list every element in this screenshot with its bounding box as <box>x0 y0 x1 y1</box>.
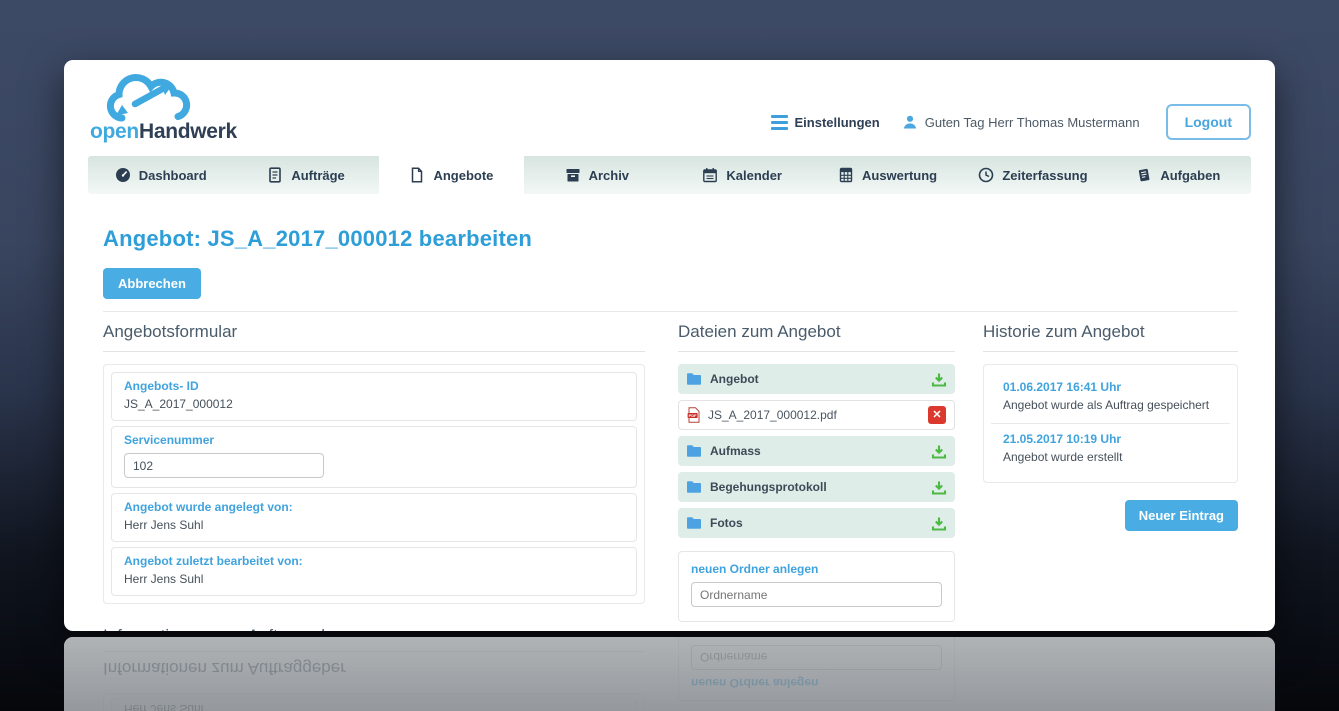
folder-icon <box>686 372 702 386</box>
tab-auftraege[interactable]: Aufträge <box>233 156 378 194</box>
file-row-pdf[interactable]: PDF JS_A_2017_000012.pdf ✕ <box>678 400 955 430</box>
settings-menu[interactable]: Einstellungen <box>770 114 880 130</box>
tab-auswertung[interactable]: Auswertung <box>815 156 960 194</box>
page-content: Angebot: JS_A_2017_000012 bearbeiten Abb… <box>64 226 1275 631</box>
folder-row-aufmass[interactable]: Aufmass <box>678 436 955 466</box>
tab-angebote[interactable]: Angebote <box>378 156 525 194</box>
history-entry: 21.05.2017 10:19 Uhr Angebot wurde erste… <box>991 423 1230 475</box>
new-folder-label: neuen Ordner anlegen <box>691 562 819 576</box>
servicenummer-input[interactable] <box>124 453 324 478</box>
download-icon[interactable] <box>931 372 947 387</box>
calculator-icon <box>838 167 854 183</box>
user-greeting[interactable]: Guten Tag Herr Thomas Mustermann <box>902 114 1140 130</box>
delete-icon[interactable]: ✕ <box>928 406 946 424</box>
book-icon <box>1136 167 1152 183</box>
section-title-files: Dateien zum Angebot <box>678 322 955 352</box>
offer-form-section: Angebotsformular Angebots- ID JS_A_2017_… <box>103 322 645 631</box>
history-section: Historie zum Angebot 01.06.2017 16:41 Uh… <box>983 322 1238 631</box>
logout-button[interactable]: Logout <box>1165 104 1251 140</box>
orders-doc-icon <box>267 167 283 183</box>
folder-row-fotos[interactable]: Fotos <box>678 508 955 538</box>
cancel-button[interactable]: Abbrechen <box>103 268 201 299</box>
pdf-file-icon: PDF <box>687 407 700 423</box>
page-title: Angebot: JS_A_2017_000012 bearbeiten <box>103 226 533 251</box>
folder-icon <box>686 516 702 530</box>
card-reflection: Herr Jens Suhl Informationen zum Auftrag… <box>64 637 1275 711</box>
history-entry: 01.06.2017 16:41 Uhr Angebot wurde als A… <box>1003 380 1210 412</box>
field-angelegt-von: Angebot wurde angelegt von: Herr Jens Su… <box>111 493 637 542</box>
tab-dashboard[interactable]: Dashboard <box>88 156 233 194</box>
history-box: 01.06.2017 16:41 Uhr Angebot wurde als A… <box>983 364 1238 483</box>
settings-label: Einstellungen <box>794 114 880 130</box>
gauge-icon <box>115 167 131 183</box>
field-servicenummer: Servicenummer <box>111 426 637 488</box>
calendar-icon <box>702 167 718 183</box>
offer-page-icon <box>409 167 425 183</box>
section-title-history: Historie zum Angebot <box>983 322 1238 352</box>
archive-box-icon <box>565 167 581 183</box>
offer-form-box: Angebots- ID JS_A_2017_000012 Servicenum… <box>103 364 645 604</box>
menu-icon <box>770 114 788 130</box>
download-icon[interactable] <box>931 444 947 459</box>
app-window: openHandwerk Einstellungen Guten Tag Her… <box>64 60 1275 631</box>
greeting-text: Guten Tag Herr Thomas Mustermann <box>924 114 1140 130</box>
logo-wordmark: openHandwerk <box>90 120 237 143</box>
new-entry-button[interactable]: Neuer Eintrag <box>1124 500 1238 531</box>
divider <box>103 311 1238 312</box>
app-header: openHandwerk Einstellungen Guten Tag Her… <box>64 60 1275 152</box>
folder-row-begehungsprotokoll[interactable]: Begehungsprotokoll <box>678 472 955 502</box>
folder-icon <box>686 444 702 458</box>
files-section: Dateien zum Angebot Angebot PDF JS_A_201… <box>678 322 955 631</box>
main-nav: Dashboard Aufträge Angebote Archiv Kalen… <box>88 156 1251 194</box>
section-title-auftraggeber: Informationen zum Auftraggeber <box>103 626 645 631</box>
tab-archiv[interactable]: Archiv <box>524 156 669 194</box>
new-folder-input[interactable] <box>691 582 942 607</box>
tab-kalender[interactable]: Kalender <box>670 156 815 194</box>
section-title-form: Angebotsformular <box>103 322 645 352</box>
download-icon[interactable] <box>931 480 947 495</box>
field-bearbeitet-von: Angebot zuletzt bearbeitet von: Herr Jen… <box>111 547 637 596</box>
folder-icon <box>686 480 702 494</box>
folder-row-angebot[interactable]: Angebot <box>678 364 955 394</box>
svg-text:PDF: PDF <box>689 413 697 418</box>
user-icon <box>902 114 918 130</box>
field-angebots-id: Angebots- ID JS_A_2017_000012 <box>111 372 637 421</box>
clock-icon <box>978 167 994 183</box>
new-folder-box: neuen Ordner anlegen <box>678 551 955 622</box>
tab-aufgaben[interactable]: Aufgaben <box>1106 156 1251 194</box>
logo[interactable]: openHandwerk <box>88 72 258 144</box>
download-icon[interactable] <box>931 516 947 531</box>
tab-zeiterfassung[interactable]: Zeiterfassung <box>960 156 1105 194</box>
header-controls: Einstellungen Guten Tag Herr Thomas Must… <box>770 104 1251 140</box>
